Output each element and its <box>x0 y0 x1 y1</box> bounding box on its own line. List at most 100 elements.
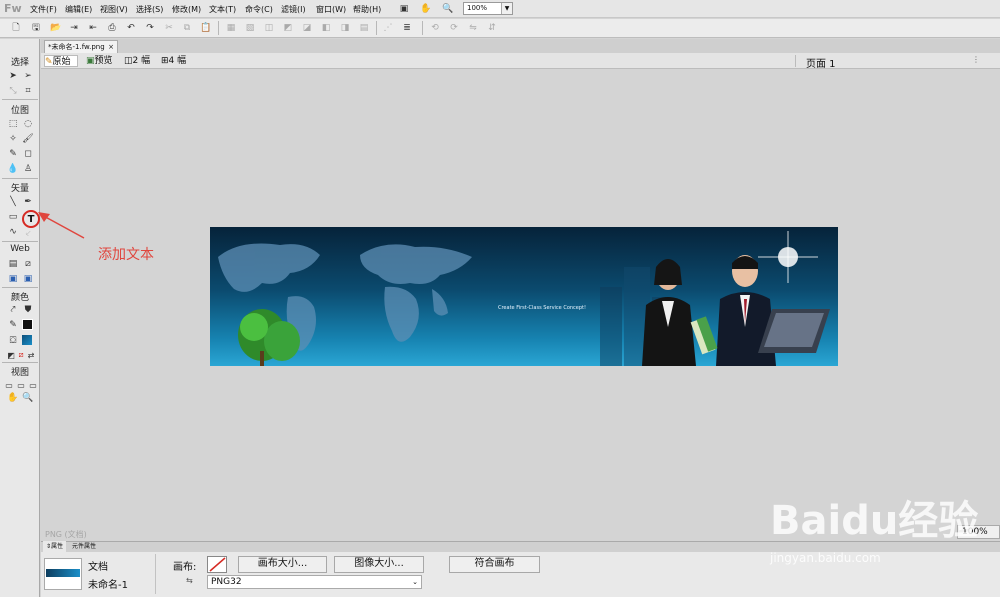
thumbnail-banner-preview <box>46 569 80 577</box>
close-icon[interactable]: × <box>108 41 114 53</box>
menu-window[interactable]: 窗口(W) <box>316 4 346 15</box>
slice-tool-icon[interactable]: ⧄ <box>22 258 34 270</box>
lens-flare <box>758 231 818 283</box>
scale-tool-icon[interactable]: ⤡ <box>7 85 19 97</box>
crop-icon[interactable]: ▤ <box>357 22 371 34</box>
magic-wand-tool-icon[interactable]: ✧ <box>7 133 19 145</box>
distribute-icon[interactable]: ⋰ <box>381 22 395 34</box>
image-size-button[interactable]: 图像大小... <box>334 556 424 573</box>
screen-mode-icon[interactable]: ▣ <box>397 3 411 15</box>
fullscreen-mode-icon[interactable]: ▭ <box>27 379 39 391</box>
stroke-color-swatch[interactable] <box>22 319 33 330</box>
crop-tool-icon[interactable]: ⌗ <box>22 85 34 97</box>
hide-slices-icon[interactable]: ▣ <box>7 273 19 285</box>
show-slices-icon[interactable]: ▣ <box>22 273 34 285</box>
eraser-tool-icon[interactable]: ◻ <box>22 148 34 160</box>
pointer-tool-icon[interactable]: ➤ <box>7 70 19 82</box>
tab-properties[interactable]: ⇕属性 <box>43 541 67 552</box>
tab-original[interactable]: ✎原始 <box>44 55 78 67</box>
chevron-down-icon[interactable]: ⋮ <box>972 55 980 64</box>
marquee-tool-icon[interactable]: ⬚ <box>7 118 19 130</box>
tab-preview-label: 预览 <box>94 56 113 66</box>
menu-filters[interactable]: 滤镜(I) <box>281 4 306 15</box>
tab-2up[interactable]: ◫2 幅 <box>124 55 150 67</box>
hotspot-tool-icon[interactable]: ▤ <box>7 258 19 270</box>
stamp-tool-icon[interactable]: ♙ <box>22 163 34 175</box>
tab-4up[interactable]: ⊞4 幅 <box>161 55 186 67</box>
canvas-color-swatch[interactable] <box>207 556 227 573</box>
union-icon[interactable]: ◪ <box>300 22 314 34</box>
fullscreen-menus-mode-icon[interactable]: ▭ <box>15 379 27 391</box>
freeform-tool-icon[interactable]: ∿ <box>7 226 19 238</box>
document-tab[interactable]: *未命名-1.fw.png × <box>44 40 118 53</box>
paint-bucket-tool-icon[interactable]: ⛊ <box>22 304 34 316</box>
join-icon[interactable]: ◫ <box>262 22 276 34</box>
ungroup-icon[interactable]: ▧ <box>243 22 257 34</box>
intersect-icon[interactable]: ◧ <box>319 22 333 34</box>
menu-commands[interactable]: 命令(C) <box>245 4 273 15</box>
hand-tool-icon[interactable]: ✋ <box>7 392 19 404</box>
tab-preview[interactable]: ▣预览 <box>86 55 113 67</box>
menu-help[interactable]: 帮助(H) <box>353 4 381 15</box>
paste-icon[interactable]: 📋 <box>199 22 213 34</box>
rectangle-tool-icon[interactable]: ▭ <box>7 211 19 223</box>
punch-icon[interactable]: ◨ <box>338 22 352 34</box>
brush-tool-icon[interactable]: 🖌 <box>22 133 34 145</box>
stroke-color-icon[interactable]: ✎ <box>7 319 19 331</box>
open-icon[interactable]: 📂 <box>49 22 63 34</box>
flip-vertical-icon[interactable]: ⇵ <box>485 22 499 34</box>
menu-edit[interactable]: 编辑(E) <box>65 4 92 15</box>
tools-divider <box>2 241 38 242</box>
menu-select[interactable]: 选择(S) <box>136 4 163 15</box>
menu-file[interactable]: 文件(F) <box>30 4 57 15</box>
zoom-icon[interactable]: 🔍 <box>441 3 455 15</box>
copy-icon[interactable]: ⧉ <box>180 22 194 34</box>
menu-modify[interactable]: 修改(M) <box>172 4 201 15</box>
canvas-size-button[interactable]: 画布大小... <box>238 556 327 573</box>
export-icon[interactable]: ⇤ <box>86 22 100 34</box>
pencil-tool-icon[interactable]: ✎ <box>7 148 19 160</box>
group-icon[interactable]: ▦ <box>224 22 238 34</box>
swap-colors-icon[interactable]: ⇄ <box>25 349 37 361</box>
undo-icon[interactable]: ↶ <box>124 22 138 34</box>
tools-group-bitmap-label: 位图 <box>10 106 29 116</box>
tab-2up-label: 2 幅 <box>132 56 151 66</box>
tools-group-view-label: 视图 <box>10 368 29 378</box>
import-icon[interactable]: ⇥ <box>67 22 81 34</box>
fill-color-swatch[interactable] <box>22 335 32 345</box>
preview-icon: ▣ <box>86 56 95 66</box>
standard-screen-mode-icon[interactable]: ▭ <box>3 379 15 391</box>
tab-symbol-properties[interactable]: 元件属性 <box>69 541 99 552</box>
save-icon[interactable]: 🖫 <box>29 22 43 34</box>
subselect-tool-icon[interactable]: ➢ <box>22 70 34 82</box>
menu-text[interactable]: 文本(T) <box>209 4 236 15</box>
print-icon[interactable]: ⎙ <box>105 22 119 34</box>
flip-horizontal-icon[interactable]: ⇋ <box>466 22 480 34</box>
fit-canvas-button[interactable]: 符合画布 <box>449 556 540 573</box>
pen-tool-icon[interactable]: ✒ <box>22 196 34 208</box>
new-file-icon[interactable]: 🗋 <box>9 22 23 34</box>
zoom-level-select[interactable]: 100% ▼ <box>463 2 513 15</box>
zoom-tool-icon[interactable]: 🔍 <box>22 392 34 404</box>
page-selector[interactable]: 页面 1 <box>806 55 836 70</box>
tools-group-select-label: 选择 <box>10 58 29 68</box>
knife-tool-icon[interactable]: ⸔ <box>22 226 34 239</box>
align-icon[interactable]: ≣ <box>400 22 414 34</box>
cut-icon[interactable]: ✂ <box>162 22 176 34</box>
menu-view[interactable]: 视图(V) <box>100 4 128 15</box>
fill-color-icon[interactable]: ⛋ <box>7 335 19 347</box>
four-up-icon: ⊞ <box>161 56 169 66</box>
rotate-ccw-icon[interactable]: ⟲ <box>428 22 442 34</box>
export-format-select[interactable]: PNG32 ⌄ <box>207 575 422 589</box>
banner-image[interactable]: Create First-Class Service Concept! <box>210 227 838 366</box>
redo-icon[interactable]: ↷ <box>143 22 157 34</box>
hand-icon[interactable]: ✋ <box>419 3 433 15</box>
line-tool-icon[interactable]: ╲ <box>7 196 19 208</box>
banner-artwork <box>218 231 830 366</box>
rotate-cw-icon[interactable]: ⟳ <box>447 22 461 34</box>
lasso-tool-icon[interactable]: ◌ <box>22 118 34 130</box>
split-icon[interactable]: ◩ <box>281 22 295 34</box>
eyedropper-tool-icon[interactable]: ⤤ <box>7 304 19 316</box>
toolbar-divider <box>218 21 219 35</box>
blur-tool-icon[interactable]: 💧 <box>7 163 19 175</box>
